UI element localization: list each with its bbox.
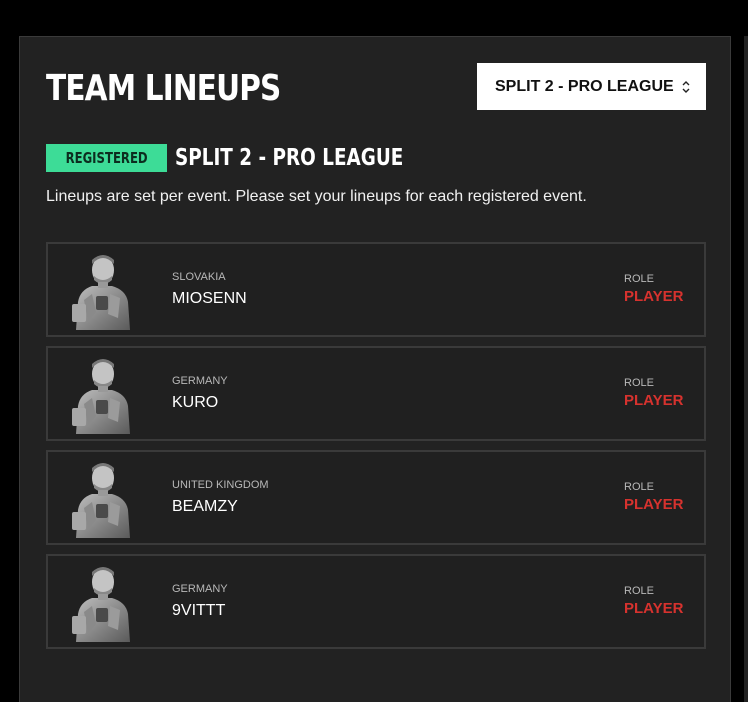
player-country: GERMANY — [172, 583, 228, 595]
player-avatar — [70, 250, 134, 330]
role-value: PLAYER — [624, 496, 684, 513]
role-label: ROLE — [624, 377, 654, 389]
role-label: ROLE — [624, 273, 654, 285]
chevron-updown-icon — [676, 80, 696, 93]
player-avatar — [70, 458, 134, 538]
player-card[interactable]: GERMANY 9VITTT ROLE PLAYER — [46, 554, 706, 649]
player-name: KURO — [172, 394, 219, 411]
player-avatar — [70, 354, 134, 434]
player-card[interactable]: SLOVAKIA MIOSENN ROLE PLAYER — [46, 242, 706, 337]
player-name: MIOSENN — [172, 290, 247, 307]
event-select-value: SPLIT 2 - PRO LEAGUE — [495, 77, 674, 95]
page-title: TEAM LINEUPS — [46, 68, 281, 109]
role-value: PLAYER — [624, 288, 684, 305]
role-label: ROLE — [624, 585, 654, 597]
player-country: GERMANY — [172, 375, 228, 387]
player-country: UNITED KINGDOM — [172, 479, 269, 491]
event-heading: REGISTERED SPLIT 2 - PRO LEAGUE — [46, 144, 461, 172]
role-value: PLAYER — [624, 600, 684, 617]
player-name: BEAMZY — [172, 498, 238, 515]
role-value: PLAYER — [624, 392, 684, 409]
lineup-instructions: Lineups are set per event. Please set yo… — [46, 188, 587, 205]
player-country: SLOVAKIA — [172, 271, 226, 283]
registered-badge: REGISTERED — [46, 144, 168, 172]
role-label: ROLE — [624, 481, 654, 493]
player-list: SLOVAKIA MIOSENN ROLE PLAYER GERMANY KUR… — [46, 242, 706, 658]
player-name: 9VITTT — [172, 602, 226, 619]
adjacent-panel-edge — [744, 36, 748, 702]
event-name: SPLIT 2 - PRO LEAGUE — [175, 145, 404, 171]
team-lineups-panel: TEAM LINEUPS SPLIT 2 - PRO LEAGUE REGIST… — [19, 36, 731, 702]
player-card[interactable]: UNITED KINGDOM BEAMZY ROLE PLAYER — [46, 450, 706, 545]
player-avatar — [70, 562, 134, 642]
player-card[interactable]: GERMANY KURO ROLE PLAYER — [46, 346, 706, 441]
event-select-dropdown[interactable]: SPLIT 2 - PRO LEAGUE — [477, 63, 706, 110]
